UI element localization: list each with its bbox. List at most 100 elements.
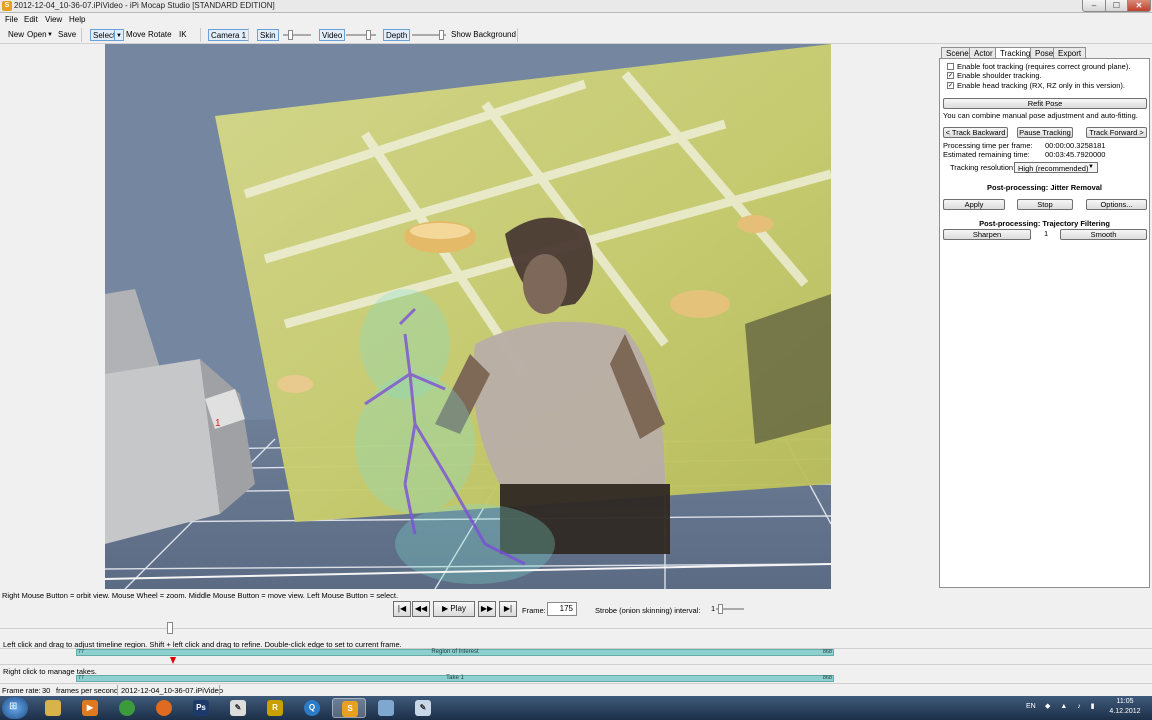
menu-help[interactable]: Help: [69, 15, 85, 24]
menu-edit[interactable]: Edit: [24, 15, 38, 24]
toolbar: New Open ▼ Save Select ▼ Move Rotate IK …: [0, 26, 1152, 44]
region-of-interest[interactable]: Region of Interest 77 868: [76, 649, 834, 656]
pause-tracking-button[interactable]: Pause Tracking: [1017, 127, 1073, 138]
move-button[interactable]: Move: [126, 29, 146, 41]
take-start: 77: [78, 675, 85, 681]
shoulder-tracking-label: Enable shoulder tracking.: [957, 71, 1042, 80]
maximize-button[interactable]: ☐: [1105, 0, 1128, 12]
trajectory-filtering-title: Post-processing: Trajectory Filtering: [979, 219, 1110, 228]
tracking-resolution-value: High (recommended): [1018, 164, 1089, 173]
stop-button[interactable]: Stop: [1017, 199, 1073, 210]
options-button[interactable]: Options...: [1086, 199, 1147, 210]
video-button[interactable]: Video: [319, 29, 346, 41]
menu-file[interactable]: File: [5, 15, 18, 24]
current-frame-marker[interactable]: [170, 657, 176, 664]
rotate-button[interactable]: Rotate: [148, 29, 172, 41]
chevron-down-icon: ▼: [1088, 164, 1094, 170]
jitter-removal-title: Post-processing: Jitter Removal: [986, 183, 1103, 192]
window-title: 2012-12-04_10-36-07.iPiVideo - iPi Mocap…: [14, 1, 275, 10]
select-dropdown-icon[interactable]: ▼: [114, 29, 124, 41]
region-end: 868: [822, 649, 832, 655]
timeline-slider-thumb[interactable]: [167, 622, 173, 634]
window-icon: [378, 700, 394, 716]
shoulder-tracking-checkbox[interactable]: ✓: [947, 72, 954, 79]
camera-button[interactable]: Camera 1: [208, 29, 250, 41]
taskbar-media[interactable]: ▶: [73, 698, 107, 718]
media-player-icon: ▶: [82, 700, 98, 716]
go-end-button[interactable]: ▶|: [499, 601, 517, 617]
search-icon: Q: [304, 700, 320, 716]
foot-tracking-label: Enable foot tracking (requires correct g…: [957, 62, 1131, 71]
region-start: 77: [78, 649, 85, 655]
title-bar: S 2012-12-04_10-36-07.iPiVideo - iPi Moc…: [0, 0, 1152, 13]
menu-view[interactable]: View: [45, 15, 62, 24]
r-app-icon: R: [267, 700, 283, 716]
show-background-button[interactable]: Show Background: [451, 29, 516, 41]
toolbar-separator: [200, 28, 201, 42]
depth-button[interactable]: Depth: [383, 29, 411, 41]
frame-label: Frame:: [522, 606, 546, 615]
sharpen-button[interactable]: Sharpen: [943, 229, 1031, 240]
firefox-icon: [156, 700, 172, 716]
photoshop-icon: Ps: [193, 700, 209, 716]
open-dropdown-icon[interactable]: ▼: [47, 29, 53, 41]
ik-button[interactable]: IK: [179, 29, 187, 41]
take-bar[interactable]: Take 1 77 868: [76, 675, 834, 682]
viewport-hint: Right Mouse Button = orbit view. Mouse W…: [2, 591, 399, 600]
foot-tracking-checkbox[interactable]: [947, 63, 954, 70]
video-opacity-slider[interactable]: [346, 30, 376, 40]
taskbar-app[interactable]: ✎: [221, 698, 255, 718]
skin-button[interactable]: Skin: [257, 29, 279, 41]
timeline-divider: [0, 664, 1152, 665]
scene-render: [105, 44, 831, 589]
tracking-resolution-label: Tracking resolution:: [950, 163, 1016, 172]
processing-time-value: 00:00:00.3258181: [1045, 141, 1106, 150]
taskbar-photoshop[interactable]: Ps: [184, 698, 218, 718]
step-back-button[interactable]: ◀◀: [412, 601, 430, 617]
taskbar-chrome[interactable]: [110, 698, 144, 718]
toolbar-separator: [248, 28, 249, 42]
track-backward-button[interactable]: < Track Backward: [943, 127, 1008, 138]
track-forward-button[interactable]: Track Forward >: [1086, 127, 1147, 138]
apply-button[interactable]: Apply: [943, 199, 1005, 210]
smooth-button[interactable]: Smooth: [1060, 229, 1147, 240]
frame-input[interactable]: 175: [547, 602, 577, 616]
taskbar-paint[interactable]: ✎: [406, 698, 440, 718]
taskbar-search[interactable]: Q: [295, 698, 329, 718]
go-start-button[interactable]: |◀: [393, 601, 411, 617]
remaining-time-label: Estimated remaining time:: [943, 150, 1030, 159]
play-button[interactable]: ▶ Play: [433, 601, 475, 617]
remaining-time-value: 00:03:45.7920000: [1045, 150, 1106, 159]
ipi-studio-icon: S: [342, 701, 358, 717]
taskbar-explorer[interactable]: [36, 698, 70, 718]
smooth-value: 1: [1044, 229, 1049, 238]
clock-time[interactable]: 11:05: [1110, 698, 1140, 705]
taskbar-window[interactable]: [369, 698, 403, 718]
new-button[interactable]: New: [8, 29, 24, 41]
taskbar-app-r[interactable]: R: [258, 698, 292, 718]
save-button[interactable]: Save: [58, 29, 76, 41]
app-icon: ✎: [230, 700, 246, 716]
toolbar-separator: [81, 28, 82, 42]
language-indicator[interactable]: EN: [1026, 703, 1036, 710]
taskbar-ipi-studio[interactable]: S: [332, 698, 366, 718]
open-button[interactable]: Open: [27, 29, 47, 41]
taskbar-firefox[interactable]: [147, 698, 181, 718]
tracking-resolution-select[interactable]: High (recommended) ▼: [1014, 162, 1098, 173]
start-button[interactable]: ⊞: [2, 697, 28, 719]
clock-date[interactable]: 4.12.2012: [1103, 708, 1147, 715]
close-button[interactable]: ✕: [1127, 0, 1151, 12]
head-tracking-checkbox[interactable]: ✓: [947, 82, 954, 89]
paint-icon: ✎: [415, 700, 431, 716]
refit-pose-button[interactable]: Refit Pose: [943, 98, 1147, 109]
play-label: Play: [450, 604, 466, 613]
strobe-slider[interactable]: [716, 604, 744, 614]
fps-label: frames per second: [56, 686, 119, 695]
skin-opacity-slider[interactable]: [283, 30, 311, 40]
minimize-button[interactable]: –: [1082, 0, 1106, 12]
head-tracking-label: Enable head tracking (RX, RZ only in thi…: [957, 81, 1125, 90]
depth-opacity-slider[interactable]: [412, 30, 446, 40]
step-forward-button[interactable]: ▶▶: [478, 601, 496, 617]
strobe-label: Strobe (onion skinning) interval:: [595, 606, 701, 615]
3d-viewport[interactable]: 1: [105, 44, 831, 589]
